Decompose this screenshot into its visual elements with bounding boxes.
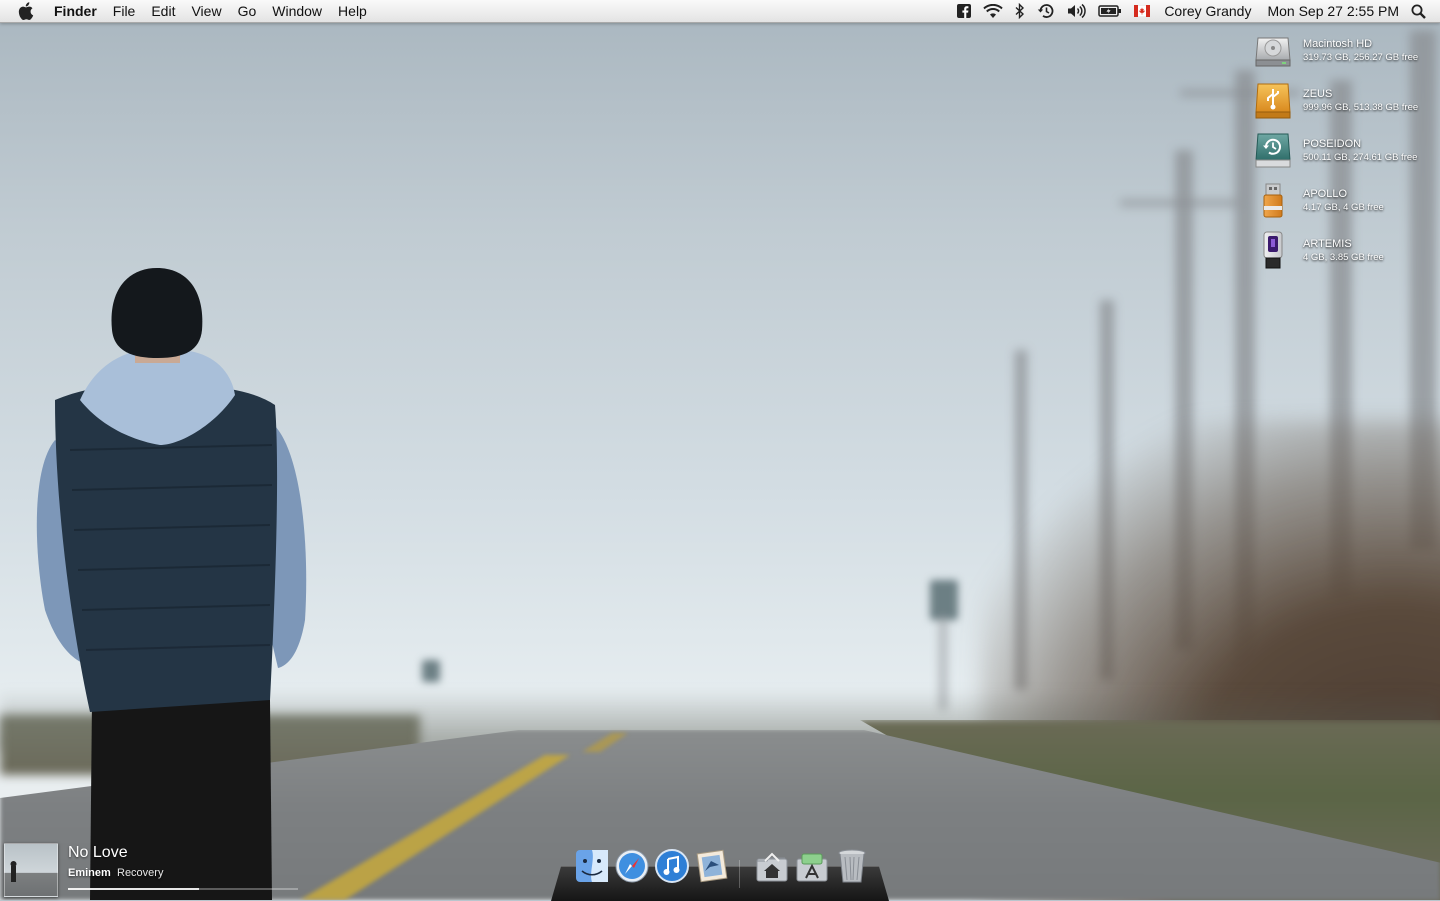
battery-icon[interactable]: [1098, 0, 1122, 22]
desktop-wallpaper: [0, 0, 1440, 900]
menu-view[interactable]: View: [183, 0, 229, 22]
usb-flash-drive-icon[interactable]: [1254, 180, 1292, 220]
track-progress-fill: [68, 888, 200, 890]
itunes-icon[interactable]: [653, 846, 691, 886]
usb-flash-drive-purple-icon[interactable]: [1254, 230, 1292, 270]
dock-items: [551, 846, 889, 890]
drive-info: 999.96 GB, 513.38 GB free: [1303, 102, 1419, 113]
canada-flag-icon[interactable]: [1134, 0, 1151, 22]
facebook-icon[interactable]: [957, 0, 972, 22]
track-album: Recovery: [117, 867, 164, 879]
apple-icon[interactable]: [17, 2, 37, 20]
safari-icon[interactable]: [613, 846, 651, 886]
menu-file[interactable]: File: [105, 0, 144, 22]
drive-name: POSEIDON: [1303, 138, 1362, 150]
wifi-icon[interactable]: [983, 0, 1004, 22]
drive-artemis[interactable]: ARTEMIS 4 GB, 3.85 GB free: [1254, 230, 1440, 280]
track-artist: Eminem: [68, 867, 111, 879]
menu-finder[interactable]: Finder: [52, 0, 105, 22]
status-area: Corey Grandy Mon Sep 27 2:55 PM: [951, 0, 1440, 22]
drive-info: 4.17 GB, 4 GB free: [1303, 202, 1384, 213]
time-machine-icon[interactable]: [1037, 0, 1055, 22]
applications-folder-icon[interactable]: [793, 846, 831, 886]
drive-name: Macintosh HD: [1303, 38, 1373, 50]
spotlight-icon[interactable]: [1411, 0, 1426, 22]
home-folder-icon[interactable]: [753, 846, 791, 886]
menu-go[interactable]: Go: [230, 0, 265, 22]
drive-name: APOLLO: [1303, 188, 1348, 200]
menu-help[interactable]: Help: [330, 0, 375, 22]
volume-icon[interactable]: [1067, 0, 1087, 22]
menu-window[interactable]: Window: [264, 0, 330, 22]
drive-macintosh-hd[interactable]: Macintosh HD 319.73 GB, 256.27 GB free: [1254, 30, 1440, 80]
bluetooth-icon[interactable]: [1015, 0, 1025, 22]
dock-separator: [739, 860, 740, 888]
menu-bar: Finder File Edit View Go Window Help Cor…: [0, 0, 1440, 23]
track-title: No Love: [68, 844, 128, 861]
usb-external-drive-icon[interactable]: [1254, 80, 1292, 120]
drive-zeus[interactable]: ZEUS 999.96 GB, 513.38 GB free: [1254, 80, 1440, 130]
internal-hard-drive-icon[interactable]: [1254, 30, 1292, 70]
track-progress-bar[interactable]: [68, 888, 298, 890]
mail-icon[interactable]: [693, 846, 731, 886]
drive-poseidon[interactable]: POSEIDON 500.11 GB, 274.61 GB free: [1254, 130, 1440, 180]
desktop-drives: Macintosh HD 319.73 GB, 256.27 GB free Z…: [1254, 30, 1440, 280]
trash-icon[interactable]: [833, 846, 871, 886]
drive-apollo[interactable]: APOLLO 4.17 GB, 4 GB free: [1254, 180, 1440, 230]
user-name-menu[interactable]: Corey Grandy: [1156, 0, 1259, 22]
finder-icon[interactable]: [573, 846, 611, 886]
drive-name: ZEUS: [1303, 88, 1333, 100]
menu-edit[interactable]: Edit: [143, 0, 183, 22]
drive-info: 4 GB, 3.85 GB free: [1303, 252, 1384, 263]
drive-info: 319.73 GB, 256.27 GB free: [1303, 52, 1419, 63]
now-playing-widget[interactable]: No Love Eminem Recovery: [4, 842, 304, 898]
drive-info: 500.11 GB, 274.61 GB free: [1303, 152, 1418, 163]
time-machine-drive-icon[interactable]: [1254, 130, 1292, 170]
drive-name: ARTEMIS: [1303, 238, 1352, 250]
menu-clock[interactable]: Mon Sep 27 2:55 PM: [1259, 0, 1407, 22]
album-art[interactable]: [4, 843, 58, 897]
